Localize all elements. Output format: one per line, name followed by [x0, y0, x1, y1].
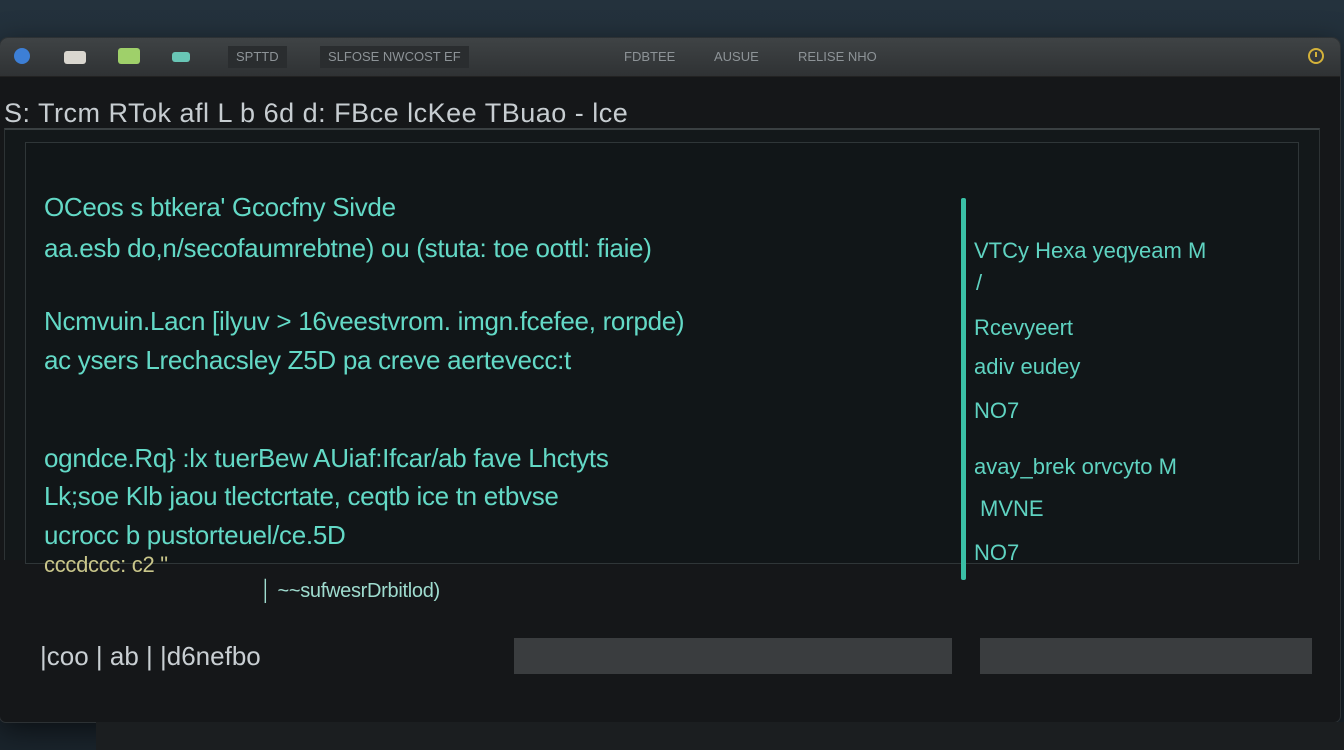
- terminal-icon[interactable]: [172, 52, 190, 62]
- desktop: SPTTD SLFOSE NWCOST EF FDBTEE AUSUE RELI…: [0, 0, 1344, 750]
- side-item: NO7: [974, 540, 1020, 565]
- command-input-field[interactable]: |coo | ab | |d6nefbo: [40, 638, 514, 674]
- output-line: Lk;soe Klb jaou tlectcrtate, ceqtb ice t…: [44, 481, 559, 511]
- image-icon[interactable]: [118, 48, 140, 64]
- output-line: ac ysers Lrechacsley Z5D pa creve aertev…: [44, 345, 571, 375]
- output-line: cccdccc: c2 ": [44, 552, 168, 577]
- tab-2[interactable]: SLFOSE NWCOST EF: [320, 46, 469, 68]
- panel-divider[interactable]: [961, 198, 966, 580]
- side-item: VTCy Hexa yeqyeam M: [974, 238, 1207, 263]
- title-bar: SPTTD SLFOSE NWCOST EF FDBTEE AUSUE RELI…: [0, 38, 1340, 77]
- output-line: aa.esb do,n/secofaumrebtne) ou (stuta: t…: [44, 233, 652, 263]
- tab-1[interactable]: SPTTD: [228, 46, 287, 68]
- side-item: /: [976, 270, 983, 295]
- menu-item-2[interactable]: AUSUE: [706, 46, 767, 68]
- command-input[interactable]: |coo | ab | |d6nefbo: [40, 638, 952, 674]
- output-line: ogndce.Rq} :lx tuerBew AUiaf:Ifcar/ab fa…: [44, 443, 609, 473]
- page-heading: S: Trcm RTok afl L b 6d d: FBce lcKee TB…: [4, 98, 629, 128]
- side-item: adiv eudey: [974, 354, 1081, 379]
- side-item: avay_brek orvcyto M: [974, 454, 1177, 479]
- clock-icon[interactable]: [1308, 48, 1324, 64]
- output-line: ucrocc b pustorteuel/ce.5D: [44, 520, 346, 550]
- side-input-field[interactable]: [980, 638, 1312, 674]
- side-item: MVNE: [980, 496, 1044, 521]
- output-line: OCeos s btkera' Gcocfny Sivde: [44, 192, 396, 222]
- command-input-text: |coo | ab | |d6nefbo: [40, 641, 261, 671]
- menu-item-3[interactable]: RELISE NHO: [790, 46, 885, 68]
- side-item: Rcevyeert: [974, 315, 1074, 340]
- app-icon[interactable]: [14, 48, 30, 64]
- folder-icon[interactable]: [64, 51, 86, 64]
- side-item: NO7: [974, 398, 1020, 423]
- menu-item-1[interactable]: FDBTEE: [616, 46, 683, 68]
- output-line: │ ~~sufwesrDrbitlod): [260, 580, 440, 602]
- output-line: Ncmvuin.Lacn [ilyuv > 16veestvrom. imgn.…: [44, 306, 685, 336]
- taskbar-strip: [96, 722, 1344, 750]
